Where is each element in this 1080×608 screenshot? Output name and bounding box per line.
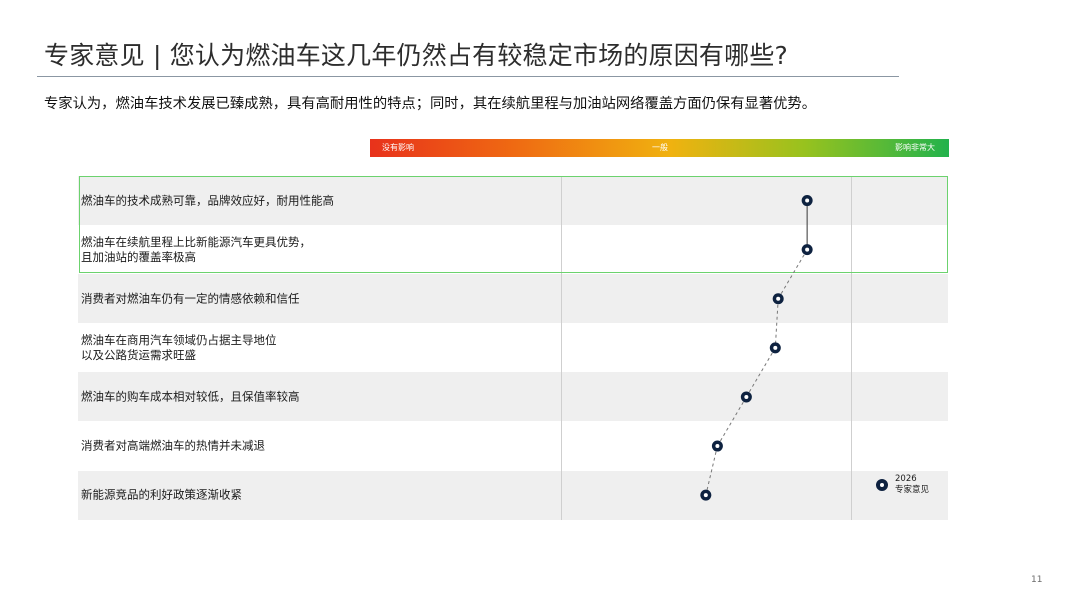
data-point-center: [715, 444, 720, 449]
page-number: 11: [1031, 575, 1043, 585]
data-point-center: [776, 296, 781, 301]
data-point-center: [773, 345, 778, 350]
legend-label: 2026 专家意见: [895, 474, 930, 495]
legend-marker-icon: [876, 479, 888, 491]
connector-line: [777, 249, 808, 300]
connector-line: [705, 445, 718, 496]
connector-line: [716, 396, 747, 447]
connector-line: [774, 298, 779, 348]
data-point-center: [744, 394, 749, 399]
dot-plot: [700, 195, 813, 501]
data-point-center: [703, 493, 708, 498]
data-point-center: [805, 247, 810, 252]
data-point-center: [805, 198, 810, 203]
connector-line: [745, 347, 776, 398]
